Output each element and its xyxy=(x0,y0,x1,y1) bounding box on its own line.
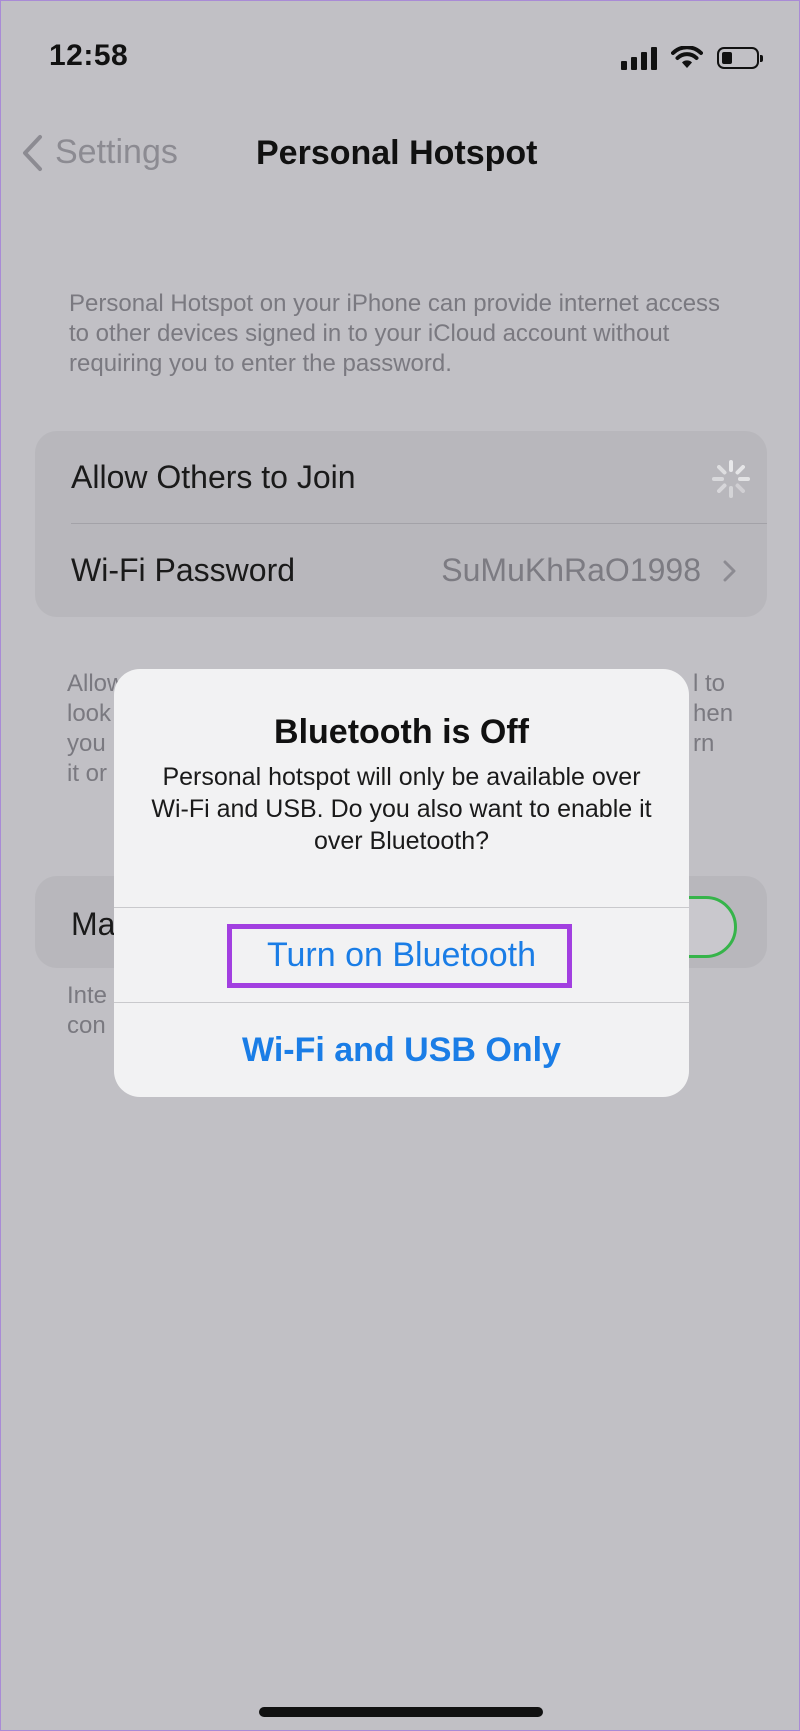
bg-text-right: l to hen rn xyxy=(693,670,734,757)
wifi-usb-only-button[interactable]: Wi-Fi and USB Only xyxy=(114,1003,689,1097)
allow-others-row[interactable]: Allow Others to Join xyxy=(35,431,767,524)
wifi-password-label: Wi-Fi Password xyxy=(71,552,296,588)
allow-others-label: Allow Others to Join xyxy=(71,459,356,495)
bg-footer-text: Inte con xyxy=(67,982,108,1039)
back-button[interactable]: Settings xyxy=(21,133,178,172)
status-icons xyxy=(621,43,763,73)
battery-icon xyxy=(717,47,763,69)
screen: 12:58 Settings Personal Hotspot Personal… xyxy=(0,0,800,1731)
signal-icon xyxy=(621,46,657,70)
alert-message: Personal hotspot will only be available … xyxy=(151,763,652,855)
status-time: 12:58 xyxy=(49,39,129,72)
bluetooth-alert: Bluetooth is Off Personal hotspot will o… xyxy=(114,669,689,1097)
settings-group: Allow Others to Join Wi-Fi Password SuMu… xyxy=(35,431,767,617)
chevron-right-icon xyxy=(723,560,736,582)
home-indicator[interactable] xyxy=(259,1707,543,1717)
wifi-icon xyxy=(671,46,703,68)
chevron-left-icon xyxy=(23,134,42,171)
maximize-compatibility-label: Ma xyxy=(71,906,116,942)
turn-on-bluetooth-button[interactable]: Turn on Bluetooth xyxy=(114,908,689,1002)
wifi-password-value: SuMuKhRaO1998 xyxy=(441,552,701,588)
hotspot-description: Personal Hotspot on your iPhone can prov… xyxy=(69,290,721,377)
spinner-icon xyxy=(712,460,750,498)
page-title: Personal Hotspot xyxy=(256,134,538,172)
back-label: Settings xyxy=(55,133,178,171)
wifi-password-row[interactable]: Wi-Fi Password SuMuKhRaO1998 xyxy=(35,524,767,617)
alert-title: Bluetooth is Off xyxy=(274,713,529,751)
